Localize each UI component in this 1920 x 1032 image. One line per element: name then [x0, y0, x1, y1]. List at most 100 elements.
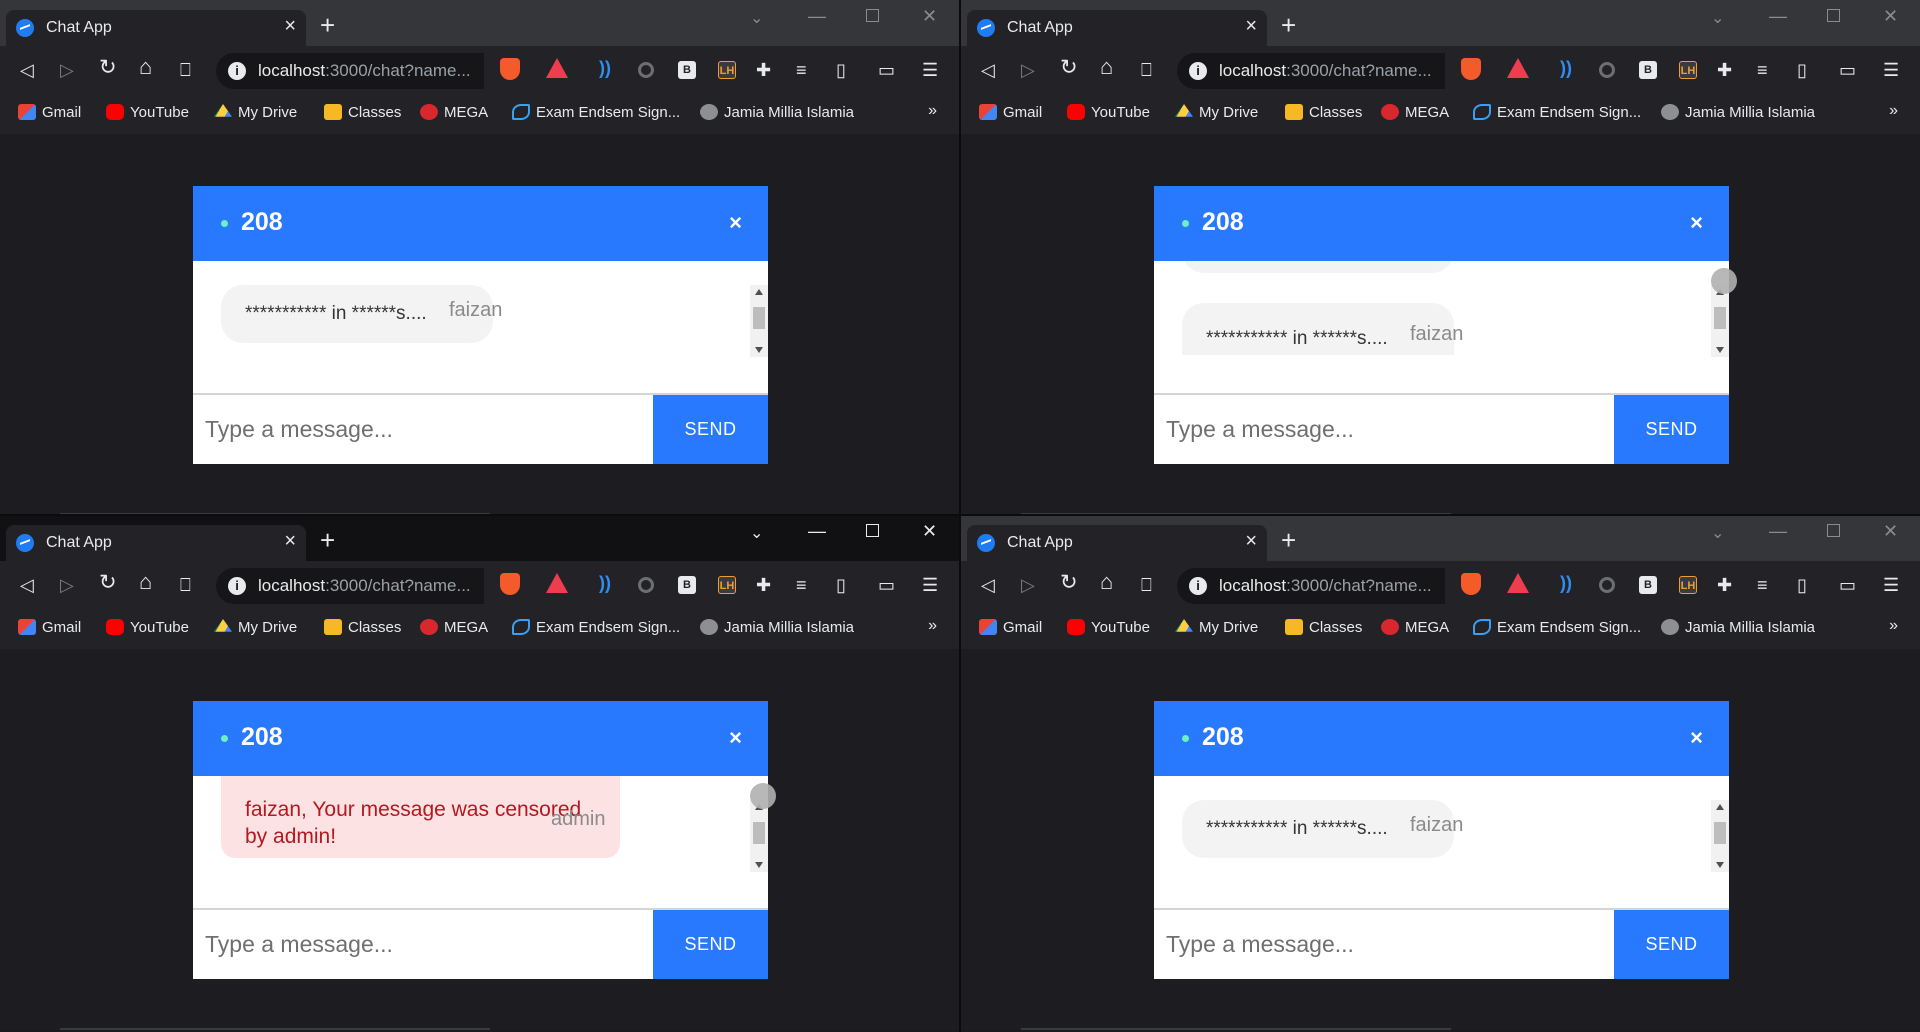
wallet-icon[interactable]: ▭	[878, 60, 895, 80]
bookmark-exam-endsem-sign[interactable]: Exam Endsem Sign...	[512, 619, 680, 641]
tab-chat-app[interactable]: Chat App ×	[6, 525, 306, 561]
bookmarks-more-icon[interactable]: »	[928, 617, 937, 635]
extension-b-icon[interactable]: B	[1639, 61, 1657, 79]
brave-shields-icon[interactable]	[500, 573, 520, 595]
screen-record-icon[interactable]	[1599, 62, 1615, 78]
home-icon[interactable]: ⌂	[139, 571, 152, 593]
back-icon[interactable]: ◁	[981, 60, 995, 80]
wallet-icon[interactable]: ▭	[1839, 575, 1856, 595]
messages-scrollbar[interactable]	[1711, 285, 1729, 357]
sidebar-icon[interactable]: ▯	[1797, 575, 1807, 595]
bookmark-exam-endsem-sign[interactable]: Exam Endsem Sign...	[1473, 619, 1641, 641]
bookmark-classes[interactable]: Classes	[324, 104, 401, 126]
messages-scrollbar[interactable]	[750, 800, 768, 872]
video-speed-icon[interactable]: ))	[596, 59, 614, 77]
menu-icon[interactable]: ☰	[922, 60, 938, 80]
close-chat-icon[interactable]: ×	[729, 210, 742, 236]
extension-b-icon[interactable]: B	[1639, 576, 1657, 594]
sidebar-icon[interactable]: ▯	[1797, 60, 1807, 80]
close-chat-icon[interactable]: ×	[729, 725, 742, 751]
home-icon[interactable]: ⌂	[1100, 571, 1113, 593]
bookmark-gmail[interactable]: Gmail	[979, 104, 1042, 126]
minimize-button[interactable]: —	[1769, 6, 1787, 27]
playlist-icon[interactable]: ≡	[796, 60, 807, 80]
video-speed-icon[interactable]: ))	[1557, 59, 1575, 77]
scroll-down-icon[interactable]	[1716, 862, 1724, 868]
bookmark-gmail[interactable]: Gmail	[18, 104, 81, 126]
brave-shields-icon[interactable]	[500, 58, 520, 80]
bookmark-icon[interactable]: ⎕	[1141, 575, 1152, 595]
new-tab-button[interactable]: +	[1281, 527, 1296, 553]
new-tab-button[interactable]: +	[320, 12, 335, 38]
forward-icon[interactable]: ▷	[60, 575, 74, 595]
scroll-down-icon[interactable]	[755, 347, 763, 353]
close-window-button[interactable]: ✕	[1883, 521, 1898, 542]
send-button[interactable]: SEND	[1614, 910, 1729, 979]
extensions-puzzle-icon[interactable]: ✚	[1717, 575, 1732, 595]
new-tab-button[interactable]: +	[1281, 12, 1296, 38]
tab-close-icon[interactable]: ×	[284, 531, 296, 551]
bookmark-mega[interactable]: MEGA	[420, 619, 488, 641]
new-tab-button[interactable]: +	[320, 527, 335, 553]
tab-search-chevron-icon[interactable]: ⌄	[1711, 8, 1724, 28]
bookmark-gmail[interactable]: Gmail	[979, 619, 1042, 641]
scroll-thumb[interactable]	[1714, 822, 1726, 844]
wallet-icon[interactable]: ▭	[878, 575, 895, 595]
message-list[interactable]: *********** in ******s.... faizan	[193, 261, 768, 394]
back-icon[interactable]: ◁	[20, 575, 34, 595]
bookmark-my-drive[interactable]: My Drive	[214, 104, 297, 126]
bookmark-exam-endsem-sign[interactable]: Exam Endsem Sign...	[512, 104, 680, 126]
message-input[interactable]	[1154, 910, 1614, 979]
messages-scrollbar[interactable]	[750, 285, 768, 357]
menu-icon[interactable]: ☰	[1883, 575, 1899, 595]
message-list[interactable]: faizan, Your message was censored by adm…	[193, 776, 768, 909]
lighthouse-icon[interactable]: LH	[1679, 61, 1697, 79]
brave-shields-icon[interactable]	[1461, 573, 1481, 595]
wallet-icon[interactable]: ▭	[1839, 60, 1856, 80]
bookmark-my-drive[interactable]: My Drive	[1175, 104, 1258, 126]
message-list[interactable]: *********** in ******s.... faizan	[1154, 261, 1729, 394]
address-bar[interactable]: i localhost:3000/chat?name...	[216, 568, 484, 604]
send-button[interactable]: SEND	[653, 910, 768, 979]
playlist-icon[interactable]: ≡	[1757, 575, 1768, 595]
bookmark-youtube[interactable]: YouTube	[106, 104, 189, 126]
maximize-button[interactable]	[866, 6, 879, 27]
lighthouse-icon[interactable]: LH	[1679, 576, 1697, 594]
address-bar[interactable]: i localhost:3000/chat?name...	[1177, 53, 1445, 89]
bookmark-gmail[interactable]: Gmail	[18, 619, 81, 641]
sidebar-icon[interactable]: ▯	[836, 60, 846, 80]
reload-icon[interactable]: ↻	[99, 572, 117, 593]
reload-icon[interactable]: ↻	[1060, 572, 1078, 593]
bookmark-icon[interactable]: ⎕	[180, 60, 191, 80]
playlist-icon[interactable]: ≡	[796, 575, 807, 595]
scroll-thumb[interactable]	[753, 822, 765, 844]
close-window-button[interactable]: ✕	[1883, 6, 1898, 27]
message-list[interactable]: *********** in ******s.... faizan	[1154, 776, 1729, 909]
maximize-button[interactable]	[1827, 521, 1840, 542]
bookmark-jamia-millia-islamia[interactable]: Jamia Millia Islamia	[700, 104, 854, 126]
maximize-button[interactable]	[866, 521, 879, 542]
scroll-thumb[interactable]	[1714, 307, 1726, 329]
minimize-button[interactable]: —	[808, 6, 826, 27]
scroll-thumb[interactable]	[753, 307, 765, 329]
sidebar-icon[interactable]: ▯	[836, 575, 846, 595]
site-info-icon[interactable]: i	[1189, 577, 1207, 595]
brave-rewards-icon[interactable]	[546, 58, 568, 78]
bookmark-classes[interactable]: Classes	[324, 619, 401, 641]
close-chat-icon[interactable]: ×	[1690, 725, 1703, 751]
close-window-button[interactable]: ✕	[922, 6, 937, 27]
brave-rewards-icon[interactable]	[1507, 573, 1529, 593]
bookmark-icon[interactable]: ⎕	[180, 575, 191, 595]
extensions-puzzle-icon[interactable]: ✚	[756, 575, 771, 595]
minimize-button[interactable]: —	[1769, 521, 1787, 542]
tab-chat-app[interactable]: Chat App ×	[967, 10, 1267, 46]
bookmark-mega[interactable]: MEGA	[1381, 619, 1449, 641]
minimize-button[interactable]: —	[808, 521, 826, 542]
tab-chat-app[interactable]: Chat App ×	[967, 525, 1267, 561]
scroll-down-icon[interactable]	[1716, 347, 1724, 353]
bookmark-youtube[interactable]: YouTube	[1067, 104, 1150, 126]
message-input[interactable]	[193, 910, 653, 979]
message-input[interactable]	[193, 395, 653, 464]
menu-icon[interactable]: ☰	[1883, 60, 1899, 80]
bookmarks-more-icon[interactable]: »	[1889, 102, 1898, 120]
